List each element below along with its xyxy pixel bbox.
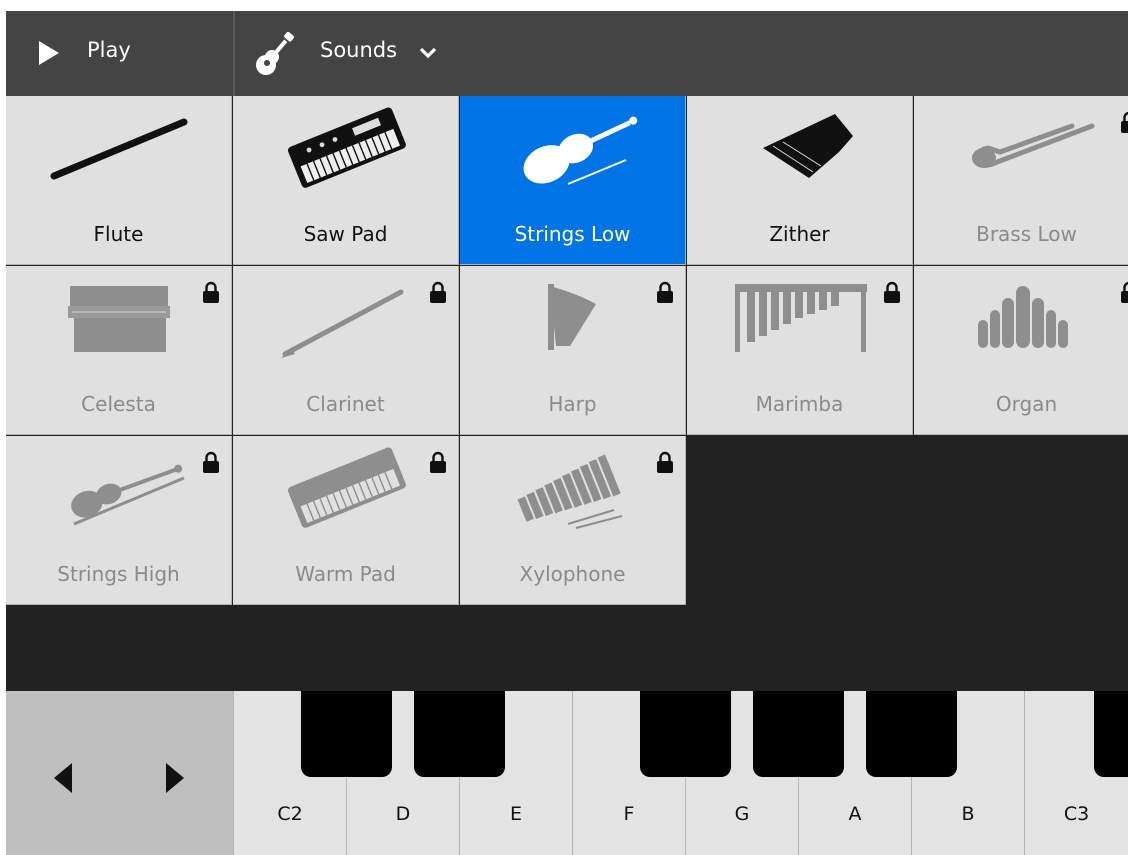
celesta-icon — [68, 286, 170, 352]
instrument-tile-warm-pad[interactable]: Warm Pad — [233, 436, 459, 605]
instrument-name: Zither — [769, 222, 830, 246]
black-key-c-sharp-high[interactable] — [1094, 691, 1128, 777]
sounds-label: Sounds — [320, 38, 398, 62]
instrument-tile-strings-low[interactable]: Strings Low — [460, 96, 686, 265]
instrument-tile-flute[interactable]: Flute — [6, 96, 232, 265]
play-button[interactable]: Play — [6, 11, 233, 96]
key-label: F — [623, 803, 635, 825]
lock-icon — [203, 281, 219, 303]
instrument-tile-organ[interactable]: Organ — [914, 266, 1128, 435]
instrument-name: Strings Low — [514, 222, 631, 246]
sounds-dropdown-button[interactable]: Sounds — [235, 11, 465, 96]
lock-icon — [430, 451, 446, 473]
black-key-a-sharp[interactable] — [866, 691, 957, 777]
instrument-name: Harp — [548, 392, 597, 416]
xylophone-icon — [517, 454, 623, 529]
chevron-down-icon — [419, 47, 437, 59]
black-key-f-sharp[interactable] — [640, 691, 731, 777]
marimba-icon — [735, 284, 867, 352]
zither-icon — [763, 114, 853, 178]
black-key-d-sharp[interactable] — [414, 691, 505, 777]
app-window: Play Sounds Flute Saw Pad Strings Low Zi… — [6, 11, 1128, 855]
lock-icon — [657, 451, 673, 473]
instrument-tile-clarinet[interactable]: Clarinet — [233, 266, 459, 435]
black-key-c-sharp[interactable] — [301, 691, 392, 777]
play-label: Play — [87, 38, 131, 62]
lock-icon — [203, 451, 219, 473]
lock-icon — [884, 281, 900, 303]
octave-nav — [6, 691, 233, 855]
instrument-tile-zither[interactable]: Zither — [687, 96, 913, 265]
violin-icon — [71, 464, 185, 526]
key-label: B — [961, 803, 975, 825]
flute-icon — [50, 118, 188, 180]
instrument-name: Brass Low — [976, 222, 1077, 246]
keyboard-synth-icon — [287, 107, 406, 188]
instrument-tile-strings-high[interactable]: Strings High — [6, 436, 232, 605]
instrument-tile-marimba[interactable]: Marimba — [687, 266, 913, 435]
key-label: E — [509, 803, 522, 825]
organ-icon — [978, 286, 1068, 348]
instrument-tile-xylophone[interactable]: Xylophone — [460, 436, 686, 605]
instrument-tile-saw-pad[interactable]: Saw Pad — [233, 96, 459, 265]
play-icon — [39, 41, 59, 65]
lock-icon — [1121, 281, 1128, 303]
octave-right-arrow-icon[interactable] — [166, 763, 184, 793]
instrument-name: Flute — [93, 222, 144, 246]
clarinet-icon — [281, 289, 404, 358]
instrument-tile-celesta[interactable]: Celesta — [6, 266, 232, 435]
trombone-icon — [972, 123, 1095, 168]
instrument-name: Clarinet — [306, 392, 385, 416]
cello-icon — [523, 116, 638, 185]
instrument-name: Marimba — [755, 392, 844, 416]
instrument-tile-harp[interactable]: Harp — [460, 266, 686, 435]
key-label: C3 — [1063, 803, 1090, 825]
instrument-name: Xylophone — [519, 562, 626, 586]
piano-keyboard: C2 D E F G A B C3 — [6, 691, 1128, 855]
key-label: D — [395, 803, 411, 825]
keyboard-synth-icon — [287, 447, 406, 528]
instrument-name: Organ — [995, 392, 1058, 416]
key-label: G — [734, 803, 750, 825]
top-toolbar: Play Sounds — [6, 11, 1128, 96]
key-label: A — [848, 803, 862, 825]
instrument-name: Saw Pad — [303, 222, 388, 246]
octave-left-arrow-icon[interactable] — [54, 763, 72, 793]
instrument-name: Strings High — [57, 562, 180, 586]
black-key-g-sharp[interactable] — [753, 691, 844, 777]
lock-icon — [1121, 111, 1128, 133]
instrument-name: Warm Pad — [295, 562, 396, 586]
harp-icon — [548, 284, 596, 350]
lock-icon — [430, 281, 446, 303]
lock-icon — [657, 281, 673, 303]
instrument-name: Celesta — [81, 392, 156, 416]
instrument-tile-brass-low[interactable]: Brass Low — [914, 96, 1128, 265]
guitar-icon — [256, 32, 294, 75]
key-label: C2 — [277, 803, 303, 825]
